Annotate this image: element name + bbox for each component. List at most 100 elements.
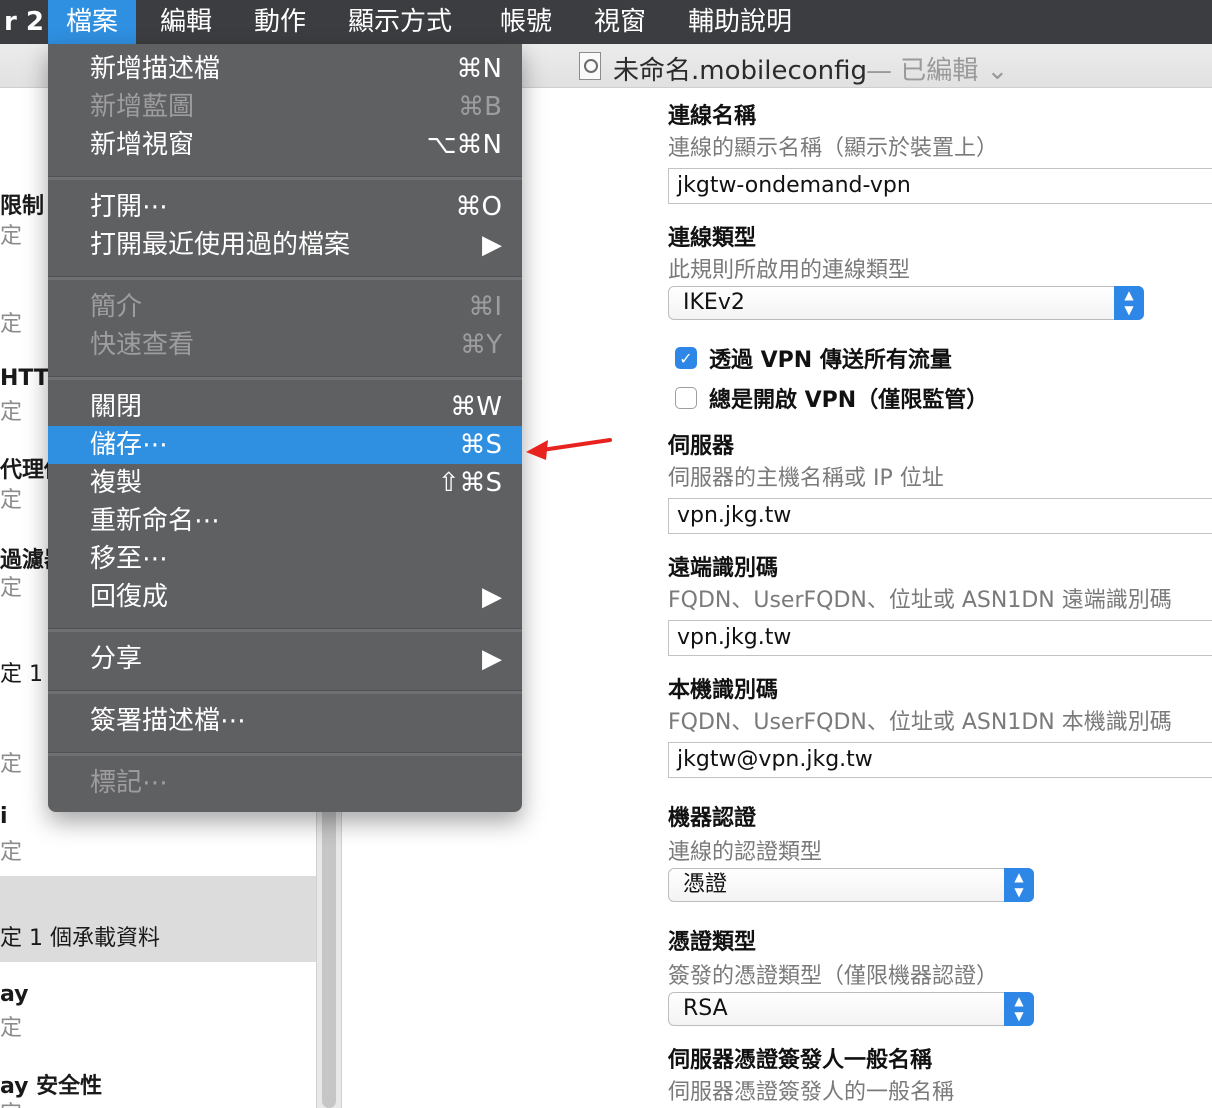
sidebar-row-sub: 定 (0, 1016, 23, 1041)
submenu-arrow-icon: ▶ (482, 582, 502, 612)
menu-separator (48, 176, 522, 180)
menu-item-tags: 標記⋯ (48, 764, 522, 802)
menu-separator (48, 376, 522, 380)
menu-separator (48, 690, 522, 694)
menu-action[interactable]: 動作 (236, 0, 324, 44)
menu-item-label: 複製 (90, 468, 143, 498)
sidebar-row-sub: 定 1 個承載資料 (0, 926, 160, 951)
menu-item-shortcut: ⌘Y (460, 330, 502, 360)
machine-auth-label: 機器認證 (668, 806, 757, 831)
select-stepper-icon: ▲ ▼ (1114, 286, 1144, 320)
server-cert-issuer-label: 伺服器憑證簽發人一般名稱 (668, 1048, 933, 1073)
machine-auth-value: 憑證 (683, 872, 728, 897)
menu-item-label: 簡介 (90, 292, 143, 322)
menu-item-label: 分享 (90, 644, 143, 674)
menu-separator (48, 752, 522, 756)
sidebar-row-sub: 定 (0, 400, 23, 425)
config-document-icon (579, 52, 601, 80)
connection-type-label: 連線類型 (668, 226, 757, 251)
menu-item-label: 簽署描述檔⋯ (90, 706, 247, 736)
sidebar-row-sub: 定 (0, 488, 23, 513)
menu-item-move-to[interactable]: 移至⋯ (48, 540, 522, 578)
menu-item-label: 標記⋯ (90, 768, 169, 798)
cert-type-label: 憑證類型 (668, 930, 757, 955)
menu-help[interactable]: 輔助說明 (670, 0, 810, 44)
menu-item-shortcut: ⌘O (455, 192, 502, 222)
local-id-field[interactable]: jkgtw@vpn.jkg.tw (668, 742, 1212, 778)
menu-item-label: 儲存⋯ (90, 430, 169, 460)
machine-auth-select[interactable]: 憑證 ▲ ▼ (668, 868, 1034, 902)
menu-separator (48, 276, 522, 280)
connection-type-value: IKEv2 (683, 290, 745, 315)
sidebar-row-sub: 定 (0, 752, 23, 777)
connection-name-description: 連線的顯示名稱（顯示於裝置上） (668, 136, 999, 161)
menu-item-new-blueprint: 新增藍圖 ⌘B (48, 88, 522, 126)
menu-item-sign-profile[interactable]: 簽署描述檔⋯ (48, 702, 522, 740)
menu-item-label: 新增描述檔 (90, 54, 221, 84)
menu-item-label: 關閉 (90, 392, 143, 422)
send-all-traffic-checkbox[interactable]: ✓ (675, 347, 697, 369)
menu-item-label: 移至⋯ (90, 544, 169, 574)
menu-item-label: 打開⋯ (90, 192, 169, 222)
document-title: 未命名.mobileconfig (613, 56, 868, 86)
menu-item-shortcut: ⌥⌘N (426, 130, 502, 160)
server-field[interactable]: vpn.jkg.tw (668, 498, 1212, 534)
menu-item-shortcut: ⌘I (468, 292, 502, 322)
menu-item-label: 新增視窗 (90, 130, 195, 160)
menu-item-new-window[interactable]: 新增視窗 ⌥⌘N (48, 126, 522, 164)
sidebar-row[interactable]: 限制 (0, 188, 44, 220)
connection-type-select[interactable]: IKEv2 ▲ ▼ (668, 286, 1144, 320)
sidebar-scrollbar-thumb[interactable] (322, 804, 336, 1108)
cert-type-description: 簽發的憑證類型（僅限機器認證） (668, 964, 999, 989)
cert-type-value: RSA (683, 996, 728, 1021)
sidebar-row-sub: 定 (0, 576, 23, 601)
menu-item-shortcut: ⌘N (456, 54, 502, 84)
select-stepper-icon: ▲ ▼ (1004, 868, 1034, 902)
select-stepper-icon: ▲ ▼ (1004, 992, 1034, 1026)
remote-id-field[interactable]: vpn.jkg.tw (668, 620, 1212, 656)
menu-item-open[interactable]: 打開⋯ ⌘O (48, 188, 522, 226)
menu-item-close[interactable]: 關閉 ⌘W (48, 388, 522, 426)
menu-edit[interactable]: 編輯 (142, 0, 230, 44)
always-on-checkbox[interactable] (675, 387, 697, 409)
remote-id-label: 遠端識別碼 (668, 556, 779, 581)
send-all-traffic-row[interactable]: ✓ 透過 VPN 傳送所有流量 (675, 344, 952, 373)
local-id-description: FQDN、UserFQDN、位址或 ASN1DN 本機識別碼 (668, 710, 1172, 735)
menu-item-shortcut: ⌘B (458, 92, 502, 122)
sidebar-row-sub: 定 (0, 312, 23, 337)
send-all-traffic-label: 透過 VPN 傳送所有流量 (709, 348, 952, 373)
app-menu-fragment[interactable]: r 2 (0, 0, 44, 44)
connection-type-description: 此規則所啟用的連線類型 (668, 258, 911, 283)
sidebar-row[interactable]: ay (0, 982, 29, 1007)
connection-name-label: 連線名稱 (668, 104, 757, 129)
screen: r 2 檔案 編輯 動作 顯示方式 帳號 視窗 輔助說明 未命名.mobilec… (0, 0, 1212, 1108)
menu-window[interactable]: 視窗 (576, 0, 664, 44)
menu-file[interactable]: 檔案 (48, 0, 137, 44)
menu-item-open-recent[interactable]: 打開最近使用過的檔案 ▶ (48, 226, 522, 264)
server-label: 伺服器 (668, 434, 735, 459)
submenu-arrow-icon: ▶ (482, 230, 502, 260)
submenu-arrow-icon: ▶ (482, 644, 502, 674)
menu-view[interactable]: 顯示方式 (330, 0, 470, 44)
menu-separator (48, 628, 522, 632)
menu-item-duplicate[interactable]: 複製 ⇧⌘S (48, 464, 522, 502)
connection-name-field[interactable]: jkgtw-ondemand-vpn (668, 168, 1212, 204)
sidebar-row[interactable]: i (0, 804, 8, 829)
menu-bar: r 2 檔案 編輯 動作 顯示方式 帳號 視窗 輔助說明 (0, 0, 1212, 44)
menu-item-shortcut: ⌘W (450, 392, 502, 422)
menu-item-save[interactable]: 儲存⋯ ⌘S (48, 426, 522, 464)
menu-account[interactable]: 帳號 (482, 0, 570, 44)
menu-item-share[interactable]: 分享 ▶ (48, 640, 522, 678)
file-menu-dropdown: 新增描述檔 ⌘N 新增藍圖 ⌘B 新增視窗 ⌥⌘N 打開⋯ ⌘O 打開最近使用過… (48, 44, 522, 812)
always-on-label: 總是開啟 VPN（僅限監管） (709, 388, 989, 413)
menu-item-revert-to[interactable]: 回復成 ▶ (48, 578, 522, 616)
document-edited-status[interactable]: — 已編輯 ⌄ (866, 50, 1008, 87)
menu-item-new-profile[interactable]: 新增描述檔 ⌘N (48, 50, 522, 88)
always-on-row[interactable]: 總是開啟 VPN（僅限監管） (675, 384, 989, 413)
menu-item-label: 重新命名⋯ (90, 506, 221, 536)
menu-item-rename[interactable]: 重新命名⋯ (48, 502, 522, 540)
local-id-label: 本機識別碼 (668, 678, 779, 703)
cert-type-select[interactable]: RSA ▲ ▼ (668, 992, 1034, 1026)
sidebar-row-sub: 定 (0, 224, 23, 249)
machine-auth-description: 連線的認證類型 (668, 840, 823, 865)
